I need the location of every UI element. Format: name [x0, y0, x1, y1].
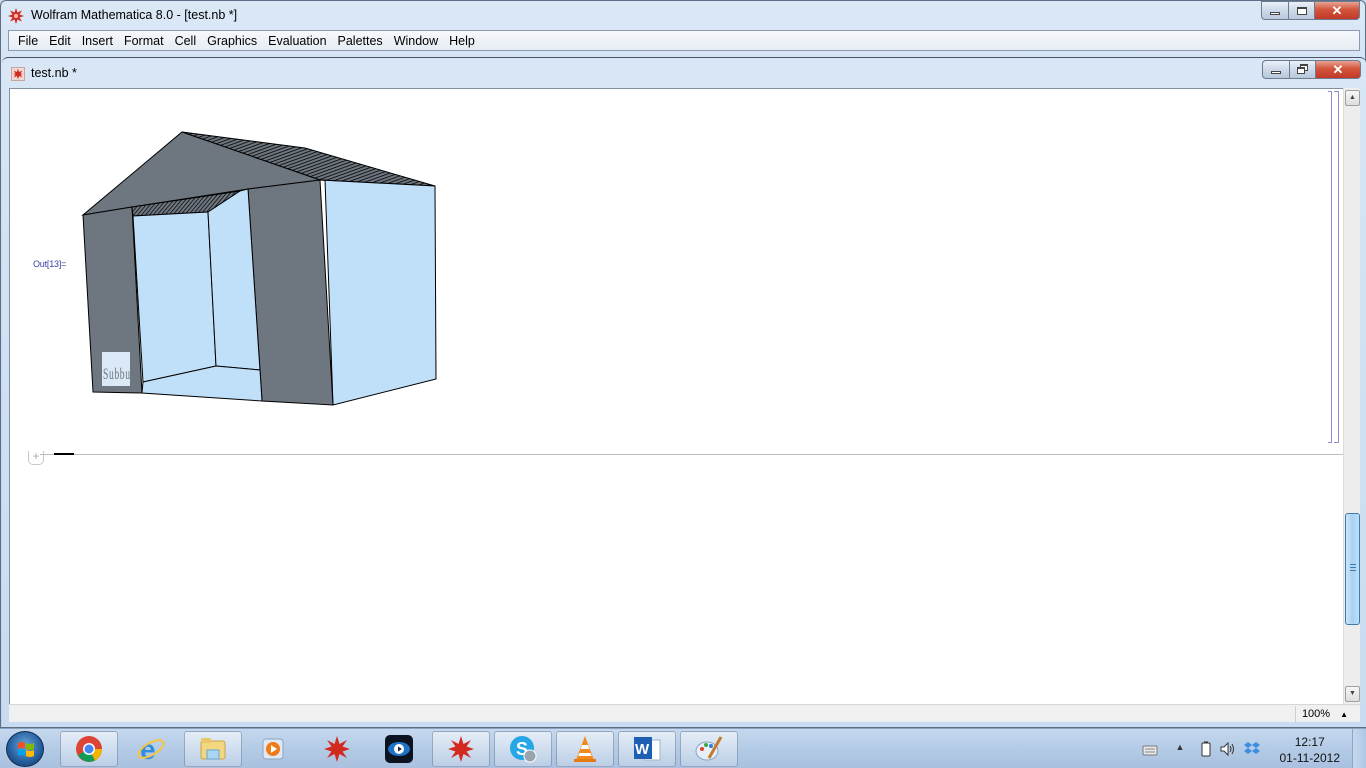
word-icon: W	[634, 737, 661, 761]
grip-icon	[1350, 564, 1356, 571]
status-bar: 100% ▲	[9, 704, 1360, 722]
mathematica-logo-icon	[8, 8, 24, 24]
taskbar-skype[interactable]: S	[494, 731, 552, 767]
show-desktop-button[interactable]	[1352, 729, 1366, 768]
taskbar-vlc[interactable]	[556, 731, 614, 767]
menu-edit[interactable]: Edit	[44, 34, 77, 48]
minimize-icon	[1271, 71, 1281, 74]
zoom-level: 100%	[1301, 708, 1331, 720]
scroll-up-button[interactable]: ▲	[1345, 90, 1360, 106]
menu-evaluation[interactable]: Evaluation	[263, 34, 332, 48]
svg-text:W: W	[635, 741, 650, 758]
notebook-restore-button[interactable]	[1289, 60, 1315, 79]
menu-insert[interactable]: Insert	[77, 34, 119, 48]
menu-file[interactable]: File	[13, 34, 44, 48]
maximize-button[interactable]	[1288, 1, 1314, 20]
menu-bar: File Edit Insert Format Cell Graphics Ev…	[8, 30, 1360, 51]
menu-palettes[interactable]: Palettes	[333, 34, 389, 48]
chrome-icon	[76, 736, 102, 762]
vlc-icon	[574, 736, 596, 762]
skype-icon: S	[510, 736, 537, 763]
right-wall-face	[319, 179, 437, 406]
vertical-scrollbar[interactable]: ▲ ▼	[1343, 88, 1360, 704]
notebook-icon	[11, 67, 25, 81]
taskbar-word[interactable]: W	[618, 731, 676, 767]
taskbar-mathematica[interactable]	[308, 731, 366, 767]
inner-back-wall-face	[132, 211, 217, 383]
group-cell-bracket[interactable]	[1334, 91, 1339, 443]
cell-insertion-line[interactable]	[40, 454, 1345, 455]
battery-icon[interactable]	[1198, 741, 1214, 757]
show-hidden-icons-button[interactable]: ▲	[1172, 742, 1188, 758]
notebook-content[interactable]: Out[13]= Subbu +	[9, 88, 1345, 718]
menu-help[interactable]: Help	[444, 34, 481, 48]
volume-icon[interactable]	[1220, 741, 1236, 757]
taskbar-media-player[interactable]	[244, 731, 302, 767]
minimize-button[interactable]	[1261, 1, 1288, 20]
dropbox-icon[interactable]	[1244, 741, 1260, 757]
media-center-icon	[385, 735, 413, 763]
menu-graphics[interactable]: Graphics	[202, 34, 263, 48]
system-tray: ▲ 12:17 01-11-2012	[1126, 729, 1366, 768]
clock[interactable]: 12:17 01-11-2012	[1280, 734, 1341, 766]
title-bar[interactable]: Wolfram Mathematica 8.0 - [test.nb *] ✕	[1, 1, 1365, 29]
close-button[interactable]: ✕	[1314, 1, 1360, 20]
zoom-menu-caret-icon[interactable]: ▲	[1340, 710, 1348, 719]
windows-logo-icon	[18, 742, 34, 757]
notebook-close-button[interactable]: ✕	[1315, 60, 1361, 79]
minimize-icon	[1270, 12, 1280, 15]
internet-explorer-icon: e	[137, 734, 165, 764]
mathematica-window: Wolfram Mathematica 8.0 - [test.nb *] ✕ …	[0, 0, 1366, 728]
right-pillar-face	[247, 179, 334, 406]
menu-cell[interactable]: Cell	[170, 34, 203, 48]
media-player-icon	[262, 738, 284, 760]
start-button[interactable]	[6, 731, 44, 767]
window-title: Wolfram Mathematica 8.0 - [test.nb *]	[31, 8, 238, 22]
output-cell-bracket[interactable]	[1328, 91, 1332, 443]
folder-icon	[200, 738, 226, 760]
scroll-down-button[interactable]: ▼	[1345, 686, 1360, 702]
notebook-title: test.nb *	[31, 66, 77, 80]
taskbar-media-center[interactable]	[370, 731, 428, 767]
close-icon: ✕	[1332, 61, 1344, 77]
scroll-thumb[interactable]	[1345, 513, 1360, 625]
window-controls: ✕	[1261, 1, 1360, 21]
taskbar-paint[interactable]	[680, 731, 738, 767]
taskbar: e S W ▲ 12:17 01-11-2012	[0, 728, 1366, 768]
close-icon: ✕	[1331, 2, 1343, 18]
keyboard-icon[interactable]	[1142, 741, 1158, 757]
insertion-cursor	[54, 453, 74, 455]
house-3d-graphic[interactable]: Subbu	[80, 129, 450, 419]
clock-time: 12:17	[1294, 735, 1325, 749]
label-text: Subbu	[103, 364, 130, 382]
taskbar-windows-explorer[interactable]	[184, 731, 242, 767]
restore-icon	[1296, 64, 1309, 75]
menu-window[interactable]: Window	[389, 34, 444, 48]
notebook-title-bar[interactable]: test.nb * ✕	[2, 58, 1366, 88]
mathematica-icon	[448, 736, 474, 762]
maximize-icon	[1296, 6, 1307, 15]
taskbar-internet-explorer[interactable]: e	[122, 731, 180, 767]
notebook-window: test.nb * ✕ Out[13]= Subbu + ▲ ▼ 100% ▲	[2, 57, 1366, 727]
output-label: Out[13]=	[33, 259, 67, 269]
mathematica-icon	[324, 736, 350, 762]
zoom-control[interactable]: 100% ▲	[1294, 706, 1348, 722]
taskbar-mathematica-running[interactable]	[432, 731, 490, 767]
menu-format[interactable]: Format	[119, 34, 170, 48]
taskbar-chrome[interactable]	[60, 731, 118, 767]
paint-icon	[695, 736, 723, 761]
clock-date: 01-11-2012	[1279, 751, 1341, 765]
notebook-minimize-button[interactable]	[1262, 60, 1289, 79]
notebook-window-controls: ✕	[1262, 60, 1361, 79]
